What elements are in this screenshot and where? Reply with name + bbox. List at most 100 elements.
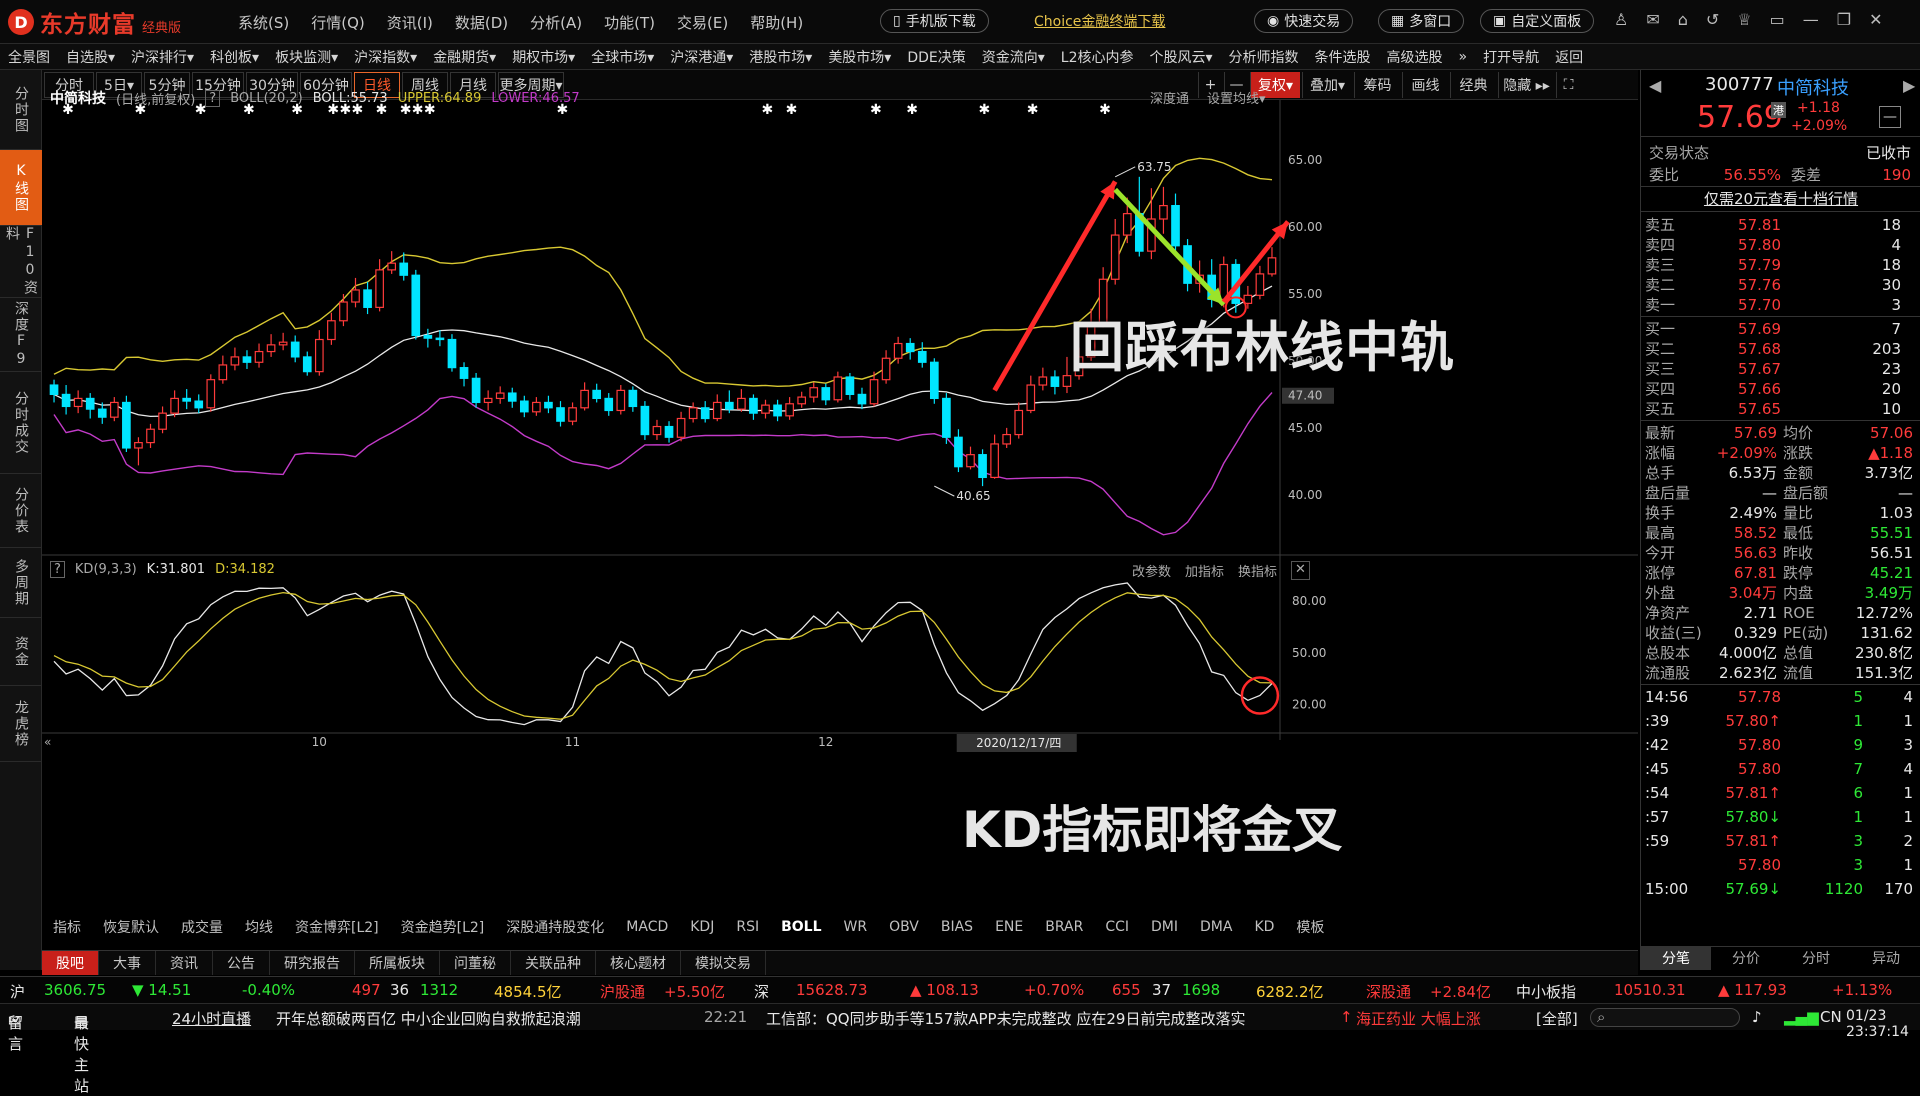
live-link[interactable]: 24小时直播 [172, 1008, 251, 1029]
candle[interactable] [676, 411, 686, 442]
help-icon[interactable]: ? [205, 89, 221, 107]
candle[interactable] [749, 394, 758, 420]
scroll-left-icon[interactable]: « [44, 735, 51, 749]
nav-item[interactable]: 全景图 [8, 47, 50, 67]
app-logo[interactable]: D 东方财富 经典版 [8, 6, 181, 38]
mobile-download-button[interactable]: ▯ 手机版下载 [880, 9, 989, 33]
candle[interactable] [664, 421, 674, 443]
nav-item[interactable]: 沪深港通▾ [670, 47, 733, 67]
info-tab[interactable]: 模拟交易 [681, 951, 766, 975]
menu-item[interactable]: 行情(Q) [311, 12, 365, 33]
stock-alert[interactable]: 海正药业 大幅上涨 [1356, 1008, 1481, 1029]
sidebar-tab[interactable]: 多周期 [0, 548, 42, 618]
candle[interactable] [833, 371, 843, 403]
menu-item[interactable]: 功能(T) [604, 12, 655, 33]
candle[interactable] [134, 437, 143, 466]
event-marker-icon[interactable]: ✱ [870, 102, 882, 118]
event-marker-icon[interactable]: ✱ [906, 102, 918, 118]
menu-item[interactable]: 数据(D) [455, 12, 508, 33]
candle[interactable] [640, 401, 650, 440]
user-icon[interactable]: ♙ [1614, 10, 1628, 29]
chart-tool-button[interactable]: 经典 [1450, 72, 1496, 98]
info-tab[interactable]: 大事 [99, 951, 156, 975]
indicator-tab[interactable]: OBV [889, 919, 919, 935]
candle[interactable] [1014, 402, 1024, 439]
candle[interactable] [447, 334, 457, 372]
indicator-tab[interactable]: 深股通持股变化 [506, 917, 604, 937]
event-marker-icon[interactable]: ✱ [786, 102, 798, 118]
candle[interactable] [797, 391, 807, 408]
chart-tool-button[interactable]: 隐藏 ▸▸ [1498, 72, 1554, 98]
nav-item[interactable]: 条件选股 [1315, 47, 1371, 67]
candle[interactable] [905, 338, 915, 360]
back-icon[interactable]: ↺ [1706, 10, 1719, 29]
nav-item[interactable]: 个股风云▾ [1150, 47, 1213, 67]
indicator-tab[interactable]: KD [1254, 919, 1274, 935]
search-input[interactable]: ⌕ [1590, 1008, 1740, 1027]
all-alerts[interactable]: [全部] [1536, 1008, 1578, 1029]
info-tab[interactable]: 关联品种 [511, 951, 596, 975]
event-marker-icon[interactable]: ✱ [1099, 102, 1111, 118]
tick-tab[interactable]: 分笔 [1641, 947, 1711, 970]
candle[interactable] [712, 394, 722, 422]
nav-item[interactable]: 高级选股 [1387, 47, 1443, 67]
event-marker-icon[interactable]: ✱ [1027, 102, 1039, 118]
candle[interactable] [375, 259, 384, 312]
sidebar-tab[interactable]: 深度F9 [0, 298, 42, 372]
candle[interactable] [1110, 219, 1120, 285]
nav-item[interactable]: 沪深排行▾ [131, 47, 194, 67]
info-tab[interactable]: 核心题材 [596, 951, 681, 975]
collapse-icon[interactable]: — [1879, 106, 1901, 128]
candle[interactable] [483, 390, 493, 411]
sidebar-tab[interactable]: 分价表 [0, 474, 42, 548]
candle[interactable] [580, 382, 589, 411]
indicator-tab[interactable]: DMA [1200, 919, 1232, 935]
news-item-2[interactable]: 工信部：QQ同步助手等157款APP未完成整改 应在29日前完成整改落实 [766, 1008, 1245, 1029]
candle[interactable] [1026, 375, 1036, 414]
candle[interactable] [737, 389, 746, 412]
min-icon[interactable]: — [1803, 10, 1819, 29]
sidebar-tab[interactable]: 资金 [0, 618, 42, 686]
nav-item[interactable]: 港股市场▾ [749, 47, 812, 67]
candle[interactable] [1267, 247, 1277, 277]
candle[interactable] [821, 383, 831, 406]
info-tab[interactable]: 所属板块 [355, 951, 440, 975]
candle[interactable] [568, 402, 577, 426]
nav-item[interactable]: 沪深指数▾ [354, 47, 417, 67]
candle[interactable] [266, 334, 276, 357]
candle[interactable] [194, 394, 204, 414]
candle[interactable] [966, 446, 975, 470]
candle[interactable] [1038, 367, 1048, 391]
sgt-label[interactable]: 深股通 [1366, 981, 1411, 1002]
nav-item[interactable]: 金融期货▾ [433, 47, 496, 67]
stock-name[interactable]: 中简科技 [1777, 74, 1849, 100]
nav-item[interactable]: 期权市场▾ [512, 47, 575, 67]
candle[interactable] [857, 387, 867, 410]
candle[interactable] [1002, 427, 1012, 448]
nav-item[interactable]: 板块监测▾ [275, 47, 338, 67]
event-marker-icon[interactable]: ✱ [762, 102, 774, 118]
indicator-tab[interactable]: BRAR [1045, 919, 1083, 935]
kd-header-link[interactable]: 换指标 [1238, 561, 1277, 580]
candle[interactable] [290, 335, 300, 363]
candle[interactable] [507, 387, 517, 408]
candle[interactable] [761, 399, 770, 419]
candle[interactable] [158, 406, 167, 434]
candle[interactable] [688, 402, 698, 423]
nav-item[interactable]: 美股市场▾ [828, 47, 891, 67]
close-pane-icon[interactable]: ✕ [1291, 561, 1310, 580]
candle[interactable] [592, 383, 602, 403]
info-tab[interactable]: 资讯 [156, 951, 213, 975]
indicator-tab[interactable]: 模板 [1296, 917, 1324, 937]
candle[interactable] [532, 397, 541, 416]
candle[interactable] [809, 382, 819, 403]
candle[interactable] [109, 397, 119, 422]
candle[interactable] [351, 277, 360, 308]
candle[interactable] [990, 434, 999, 479]
sz-index[interactable]: 15628.73 [796, 981, 868, 999]
candle[interactable] [978, 449, 987, 487]
candle[interactable] [49, 379, 59, 403]
candle[interactable] [73, 390, 83, 414]
restore-icon[interactable]: ❐ [1837, 10, 1851, 29]
kline-chart[interactable]: 中简科技63.7540.65✱✱✱✱✱✱✱✱✱✱✱✱✱✱✱✱✱✱✱✱65.006… [42, 81, 1638, 915]
